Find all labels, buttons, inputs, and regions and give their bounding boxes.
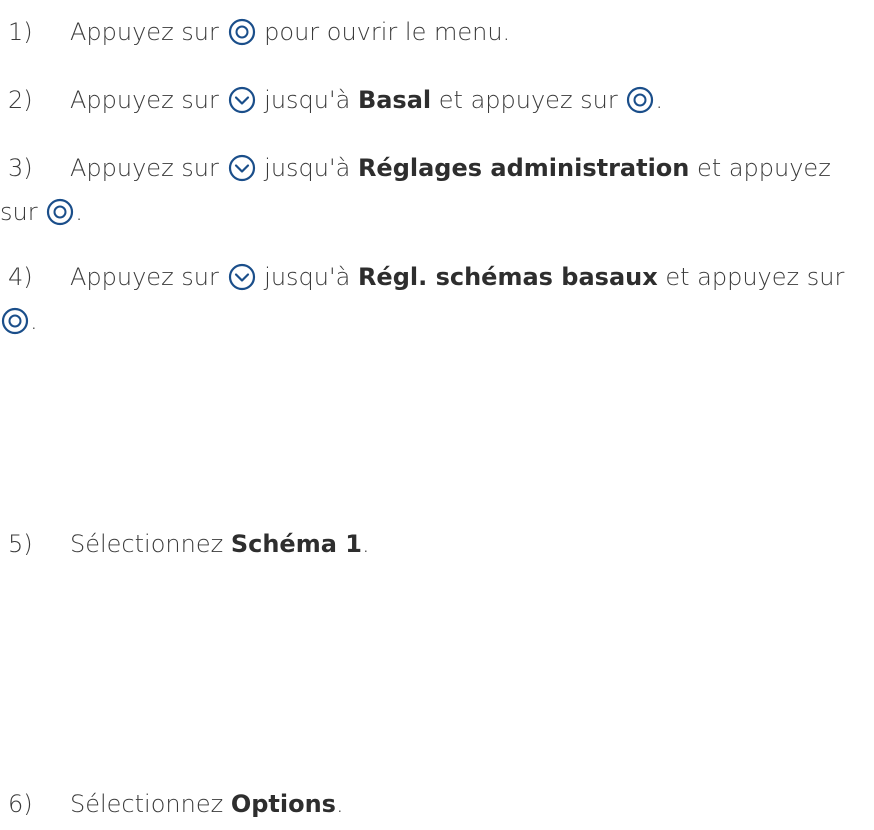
step-text-pre: Appuyez sur [70, 18, 219, 46]
step-text: Sélectionnez Schéma 1. [70, 522, 870, 566]
step-text: Appuyez sur pour ouvrir le menu. [70, 10, 870, 54]
step-target-basal: Basal [357, 86, 432, 114]
down-arrow-button-icon [228, 154, 256, 182]
step-text-line2: sur [0, 198, 38, 226]
step-text-pre: Appuyez sur [70, 154, 219, 182]
step-number: 3) [8, 154, 33, 182]
step-text: Sélectionnez Options. [70, 782, 870, 826]
step-number: 1) [8, 18, 33, 46]
step-text-end: . [75, 198, 83, 226]
down-arrow-button-icon [228, 86, 256, 114]
step-text-mid: jusqu'à [264, 154, 351, 182]
step-text-after: et appuyez sur [438, 86, 618, 114]
step-number: 6) [8, 790, 33, 818]
step-text-end: . [335, 790, 344, 818]
step-text: Appuyez sur jusqu'à Régl. schémas basaux… [1, 255, 870, 343]
ok-button-icon [46, 198, 74, 226]
step-text-mid: jusqu'à [264, 263, 351, 291]
step-target-schema-1: Schéma 1 [230, 530, 362, 558]
step-text-post: pour ouvrir le menu. [264, 18, 511, 46]
step-text-pre: Sélectionnez [70, 530, 224, 558]
down-arrow-button-icon [228, 263, 256, 291]
step-number: 2) [8, 86, 33, 114]
ok-button-icon [228, 18, 256, 46]
ok-button-icon [626, 86, 654, 114]
step-number: 5) [8, 530, 33, 558]
step-text-pre: Sélectionnez [70, 790, 224, 818]
ok-button-icon [1, 307, 29, 335]
step-text: Appuyez sur jusqu'à Réglages administrat… [0, 146, 870, 234]
step-text-after: et appuyez sur [665, 263, 845, 291]
step-target-regl-schemas-basaux: Régl. schémas basaux [357, 263, 658, 291]
step-text-end: . [361, 530, 370, 558]
step-number: 4) [8, 263, 33, 291]
step-text-end: . [655, 86, 664, 114]
step-text-mid: jusqu'à [264, 86, 351, 114]
step-text: Appuyez sur jusqu'à Basal et appuyez sur… [70, 78, 870, 122]
step-target-reglages-administration: Réglages administration [357, 154, 690, 182]
step-text-pre: Appuyez sur [70, 263, 219, 291]
step-text-end: . [30, 307, 38, 335]
step-text-after: et appuyez [697, 154, 831, 182]
step-text-pre: Appuyez sur [70, 86, 219, 114]
step-target-options: Options [230, 790, 336, 818]
